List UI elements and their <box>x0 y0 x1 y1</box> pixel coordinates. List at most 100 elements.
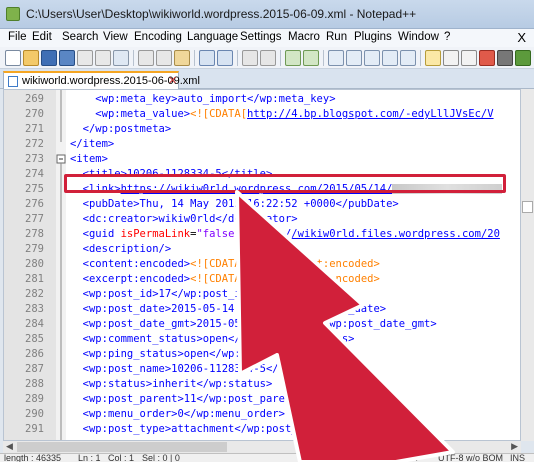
code-text: <wp:menu_order>0</wp:menu_order> <box>82 408 285 420</box>
menu-settings[interactable]: Settings <box>240 31 282 43</box>
toolbar-separator <box>323 50 324 66</box>
line-number: 277 <box>25 213 44 225</box>
close-document-button[interactable]: X <box>517 30 526 45</box>
menu-view[interactable]: View <box>103 31 128 43</box>
undo-icon[interactable] <box>199 50 215 66</box>
title-bar: C:\Users\User\Desktop\wikiworld.wordpres… <box>0 0 534 29</box>
line-number: 271 <box>25 123 44 135</box>
link-highlight-box <box>64 174 506 193</box>
tab-close-icon[interactable]: ✕ <box>168 74 177 87</box>
print-icon[interactable] <box>113 50 129 66</box>
folder-workspace-icon[interactable] <box>461 50 477 66</box>
close-icon[interactable] <box>77 50 93 66</box>
cut-icon[interactable] <box>138 50 154 66</box>
code-text: <wp:meta_key>auto_import</wp:meta_key> <box>95 93 336 105</box>
vertical-scrollbar[interactable] <box>521 89 534 441</box>
menu-macro[interactable]: Macro <box>288 31 320 43</box>
line-number: 276 <box>25 198 44 210</box>
code-line: 273 <item> <box>4 152 520 167</box>
show-all-chars-icon[interactable] <box>382 50 398 66</box>
line-number: 284 <box>25 318 44 330</box>
find-icon[interactable] <box>242 50 258 66</box>
menu-search[interactable]: Search <box>62 31 98 43</box>
code-text: <pubDate>Thu, 14 May 2015 16:22:52 +0000… <box>82 198 399 210</box>
code-line: 279 <description/> <box>4 242 520 257</box>
menu-file[interactable]: File <box>8 31 27 43</box>
code-text: <description/> <box>82 243 172 255</box>
code-text: <wp:post_date>2015-05-14 16:22:52</wp:po… <box>82 303 387 315</box>
sync-vertical-icon[interactable] <box>328 50 344 66</box>
code-text: </wp:postmeta> <box>82 123 172 135</box>
tab-bar: wikiworld.wordpress.2015-06-09.xml ✕ <box>0 69 534 89</box>
code-text: <wp:comment_status>open</wp:comment_stat… <box>82 333 355 345</box>
line-number: 285 <box>25 333 44 345</box>
vertical-scroll-thumb[interactable] <box>522 201 533 213</box>
close-all-icon[interactable] <box>95 50 111 66</box>
code-line: 291 <wp:post_type>attachment</wp:post_ty… <box>4 422 520 437</box>
new-file-icon[interactable] <box>5 50 21 66</box>
code-line: 283 <wp:post_date>2015-05-14 16:22:52</w… <box>4 302 520 317</box>
code-line: 286 <wp:ping_status>open</wp:ping_status… <box>4 347 520 362</box>
code-text: <guid isPermaLink="false">https://wikiw0… <box>82 228 500 240</box>
line-number: 283 <box>25 303 44 315</box>
code-text: <excerpt:encoded><![CDATA[]]></excerpt:e… <box>82 273 380 285</box>
status-insert-mode: INS <box>510 453 526 462</box>
zoom-in-icon[interactable] <box>285 50 301 66</box>
code-text: <wp:status>inherit</wp:status> <box>82 378 273 390</box>
code-text: </item> <box>70 138 115 150</box>
toolbar-separator <box>420 50 421 66</box>
line-number: 278 <box>25 228 44 240</box>
word-wrap-icon[interactable] <box>364 50 380 66</box>
file-icon <box>8 76 18 87</box>
status-encoding: UTF-8 w/o BOM <box>438 453 504 462</box>
menu-encoding[interactable]: Encoding <box>134 31 182 43</box>
line-number: 269 <box>25 93 44 105</box>
zoom-out-icon[interactable] <box>303 50 319 66</box>
menu-language[interactable]: Language <box>187 31 238 43</box>
code-line: 281 <excerpt:encoded><![CDATA[]]></excer… <box>4 272 520 287</box>
menu-edit[interactable]: Edit <box>32 31 52 43</box>
play-macro-icon[interactable] <box>515 50 531 66</box>
menu-plugins[interactable]: Plugins <box>354 31 392 43</box>
line-number: 279 <box>25 243 44 255</box>
code-line: 284 <wp:post_date_gmt>2015-05-14 16:22:5… <box>4 317 520 332</box>
copy-icon[interactable] <box>156 50 172 66</box>
menu-run[interactable]: Run <box>326 31 347 43</box>
line-number: 286 <box>25 348 44 360</box>
menu-window[interactable]: Window <box>398 31 439 43</box>
status-bar: length : 46335 Ln : 1 Col : 1 Sel : 0 | … <box>0 453 534 462</box>
paste-icon[interactable] <box>174 50 190 66</box>
indent-guide-icon[interactable] <box>400 50 416 66</box>
menu-bar: File Edit Search View Encoding Language … <box>0 29 534 47</box>
sync-horizontal-icon[interactable] <box>346 50 362 66</box>
tab-wikiworld-xml[interactable]: wikiworld.wordpress.2015-06-09.xml ✕ <box>3 71 200 89</box>
save-all-icon[interactable] <box>59 50 75 66</box>
line-number: 270 <box>25 108 44 120</box>
code-line: 289 <wp:post_parent>11</wp:post_parent> <box>4 392 520 407</box>
window-title: C:\Users\User\Desktop\wikiworld.wordpres… <box>26 7 417 21</box>
code-text: <wp:post_date_gmt>2015-05-14 16:22:52</w… <box>82 318 437 330</box>
status-eol: UNIX <box>396 453 418 462</box>
function-list-icon[interactable] <box>443 50 459 66</box>
scroll-right-icon[interactable]: ▶ <box>511 441 518 452</box>
replace-icon[interactable] <box>260 50 276 66</box>
code-line: 288 <wp:status>inherit</wp:status> <box>4 377 520 392</box>
code-editor[interactable]: 269 <wp:meta_key>auto_import</wp:meta_ke… <box>3 89 521 441</box>
code-line: 276 <pubDate>Thu, 14 May 2015 16:22:52 +… <box>4 197 520 212</box>
save-icon[interactable] <box>41 50 57 66</box>
code-text: <item> <box>70 153 108 165</box>
horizontal-scroll-thumb[interactable] <box>17 442 227 452</box>
code-line: 287 <wp:post_name>10206-1128334-5</wp:po… <box>4 362 520 377</box>
fold-markers <box>56 90 66 440</box>
scroll-left-icon[interactable]: ◀ <box>6 441 13 452</box>
code-line: 290 <wp:menu_order>0</wp:menu_order> <box>4 407 520 422</box>
line-number: 272 <box>25 138 44 150</box>
notepadpp-icon <box>6 7 20 21</box>
record-macro-icon[interactable] <box>479 50 495 66</box>
horizontal-scrollbar[interactable]: ◀ ▶ <box>3 441 521 453</box>
doc-map-icon[interactable] <box>425 50 441 66</box>
open-file-icon[interactable] <box>23 50 39 66</box>
menu-help[interactable]: ? <box>444 31 450 43</box>
redo-icon[interactable] <box>217 50 233 66</box>
stop-macro-icon[interactable] <box>497 50 513 66</box>
